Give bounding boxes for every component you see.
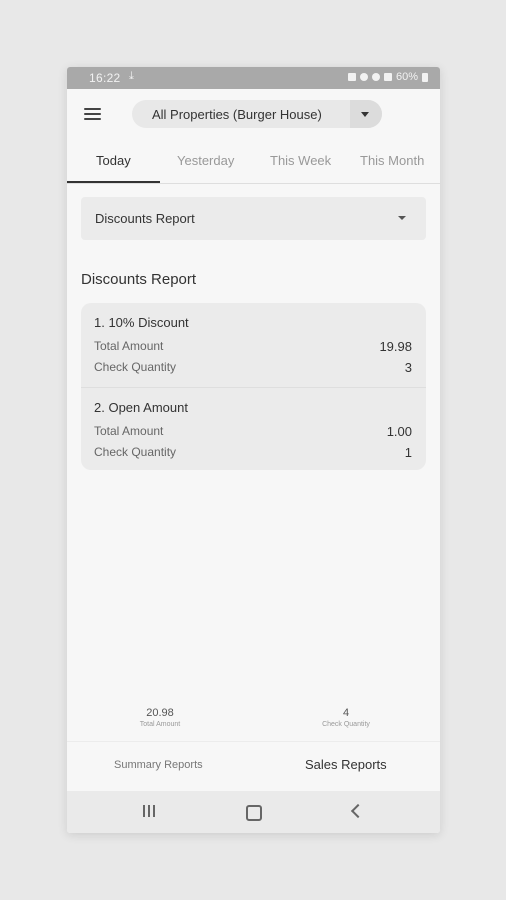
check-quantity-label: Check Quantity	[94, 360, 177, 374]
total-amount-caption: Total Amount	[139, 721, 181, 728]
dropdown-button[interactable]	[350, 100, 382, 128]
discount-name: 1. 10% Discount	[94, 315, 189, 330]
top-bar: All Properties (Burger House)	[67, 89, 440, 139]
chevron-down-icon	[398, 216, 406, 220]
signal-icon	[383, 73, 392, 81]
tab-yesterday[interactable]: Yesterday	[177, 153, 234, 168]
android-nav-bar	[67, 791, 440, 833]
tab-this-week[interactable]: This Week	[270, 153, 331, 168]
check-quantity-sum: 4	[342, 707, 350, 719]
tab-this-month[interactable]: This Month	[360, 153, 424, 168]
active-tab-indicator	[67, 181, 160, 183]
tab-sales-reports[interactable]: Sales Reports	[305, 757, 387, 772]
list-item: 1. 10% Discount Total Amount 19.98 Check…	[81, 303, 426, 386]
alarm-icon	[347, 73, 356, 81]
property-selector[interactable]: All Properties (Burger House)	[132, 100, 382, 128]
status-bar: 16:22 ⤓ 60%	[67, 67, 440, 89]
total-amount-value: 19.98	[379, 339, 412, 354]
status-icons: 60%	[347, 71, 428, 83]
phone-screen: 16:22 ⤓ 60% All Properties (Burger House…	[67, 67, 440, 833]
discount-name: 2. Open Amount	[94, 400, 188, 415]
discounts-card: 1. 10% Discount Total Amount 19.98 Check…	[81, 303, 426, 470]
wifi-icon	[371, 73, 380, 81]
battery-icon	[422, 72, 428, 82]
back-icon[interactable]	[350, 803, 366, 819]
property-selector-label: All Properties (Burger House)	[152, 107, 322, 122]
check-quantity-label: Check Quantity	[94, 445, 177, 459]
battery-percent: 60%	[395, 71, 418, 83]
totals-summary: 20.98 Total Amount 4 Check Quantity	[67, 707, 440, 739]
recent-apps-icon[interactable]	[143, 805, 157, 817]
total-amount-summary: 20.98 Total Amount	[100, 707, 220, 728]
report-type-value: Discounts Report	[95, 211, 195, 226]
check-quantity-caption: Check Quantity	[322, 721, 370, 728]
total-amount-sum: 20.98	[146, 707, 174, 719]
hamburger-menu-icon[interactable]	[84, 108, 101, 121]
status-time: 16:22	[89, 71, 121, 85]
period-tabs: Today Yesterday This Week This Month	[67, 139, 440, 184]
caret-down-icon	[361, 112, 369, 117]
total-amount-label: Total Amount	[94, 339, 164, 353]
report-type-dropdown[interactable]: Discounts Report	[81, 197, 426, 240]
check-quantity-summary: 4 Check Quantity	[286, 707, 406, 728]
download-icon: ⤓	[129, 70, 134, 82]
tab-today[interactable]: Today	[96, 153, 131, 168]
total-amount-label: Total Amount	[94, 424, 164, 438]
total-amount-value: 1.00	[386, 424, 412, 439]
section-title: Discounts Report	[81, 271, 197, 288]
list-item: 2. Open Amount Total Amount 1.00 Check Q…	[81, 387, 426, 470]
bottom-tabs: Summary Reports Sales Reports	[67, 741, 440, 792]
tab-summary-reports[interactable]: Summary Reports	[114, 759, 203, 771]
home-icon[interactable]	[246, 805, 262, 821]
check-quantity-value: 3	[404, 360, 412, 375]
check-quantity-value: 1	[404, 445, 412, 460]
bluetooth-icon	[359, 73, 368, 81]
